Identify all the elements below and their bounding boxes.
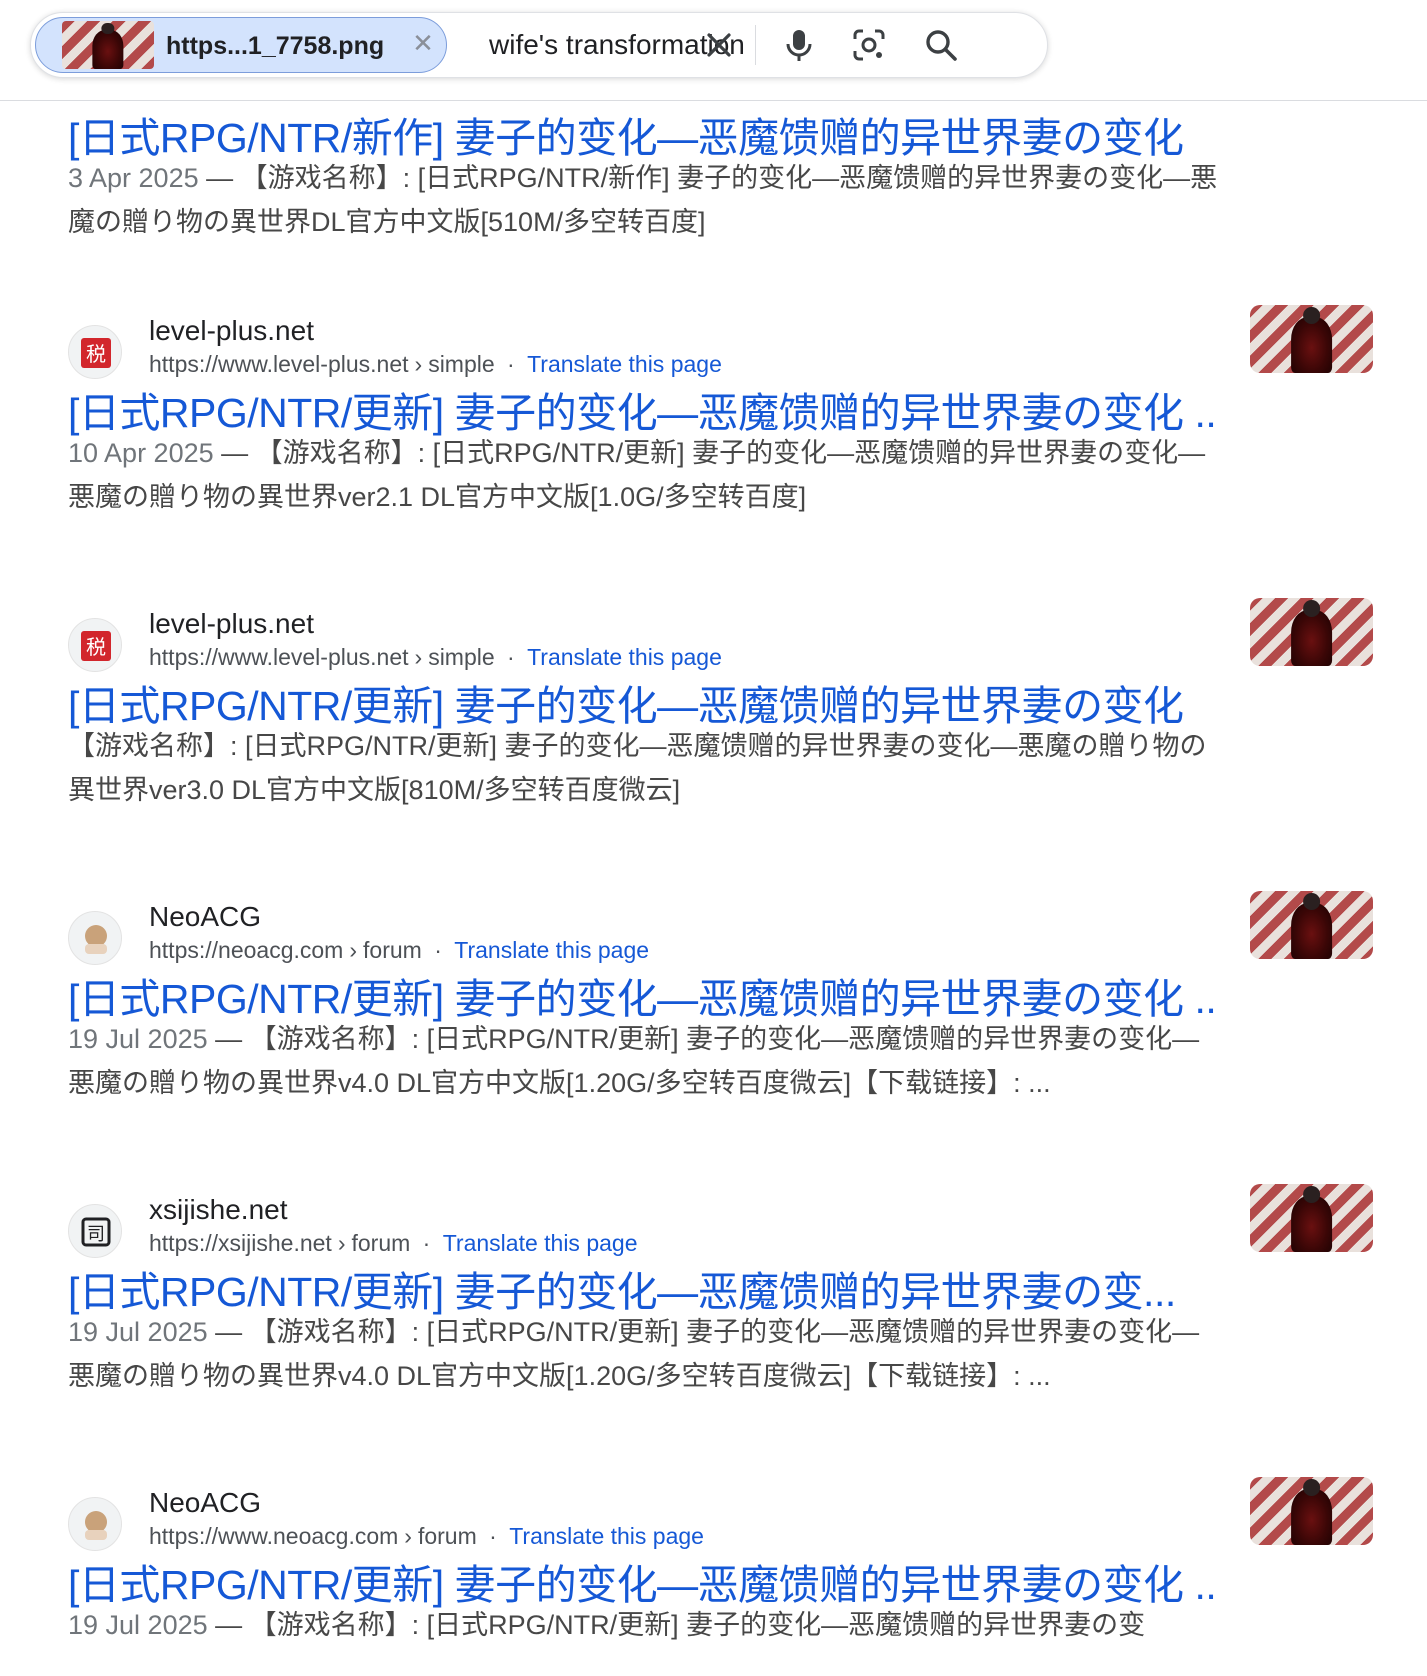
url-text: https://neoacg.com [149, 937, 344, 963]
query-image-thumbnail [62, 21, 154, 69]
result-snippet-text: 【游戏名称】: [日式RPG/NTR/新作] 妻子的变化—恶魔馈赠的异世界妻の变… [68, 163, 1218, 237]
svg-text:税: 税 [86, 635, 106, 659]
url-text: https://www.level-plus.net [149, 351, 409, 377]
result-date: 19 Jul 2025 [68, 1024, 208, 1054]
site-name[interactable]: level-plus.net [149, 315, 314, 347]
result-snippet: 3 Apr 2025 — 【游戏名称】: [日式RPG/NTR/新作] 妻子的变… [68, 163, 1218, 237]
result-snippet: 10 Apr 2025 — 【游戏名称】: [日式RPG/NTR/更新] 妻子的… [68, 438, 1206, 512]
translate-link[interactable]: Translate this page [509, 1523, 704, 1549]
site-name[interactable]: level-plus.net [149, 608, 314, 640]
site-url[interactable]: https://neoacg.com › forum · Translate thi… [149, 937, 649, 964]
result-date: 19 Jul 2025 [68, 1610, 208, 1640]
translate-link[interactable]: Translate this page [454, 937, 649, 963]
result-snippet-text: 【游戏名称】: [日式RPG/NTR/更新] 妻子的变化—恶魔馈赠的异世界妻の变 [249, 1610, 1146, 1640]
translate-link[interactable]: Translate this page [443, 1230, 638, 1256]
close-icon[interactable] [699, 25, 739, 65]
result-snippet-text: 【游戏名称】: [日式RPG/NTR/更新] 妻子的变化—恶魔馈赠的异世界妻の变… [68, 438, 1206, 512]
result-title-link[interactable]: [日式RPG/NTR/更新] 妻子的变化—恶魔馈赠的异世界妻の变化 [68, 672, 1218, 732]
site-favicon-icon [68, 911, 122, 965]
url-breadcrumb: forum [351, 1230, 411, 1256]
close-icon[interactable]: ✕ [408, 28, 438, 58]
search-header: https...1_7758.png ✕ wife's transformati… [0, 0, 1427, 101]
result-title-link[interactable]: [日式RPG/NTR/更新] 妻子的变化—恶魔馈赠的异世界妻の变... [68, 1258, 1218, 1318]
site-url[interactable]: https://www.level-plus.net › simple · Tran… [149, 351, 722, 378]
site-name[interactable]: xsijishe.net [149, 1194, 288, 1226]
result-date: 19 Jul 2025 [68, 1317, 208, 1347]
microphone-icon[interactable] [779, 25, 819, 65]
result-thumbnail[interactable] [1250, 598, 1373, 666]
result-snippet: 19 Jul 2025 — 【游戏名称】: [日式RPG/NTR/更新] 妻子的… [68, 1024, 1200, 1098]
result-thumbnail[interactable] [1250, 891, 1373, 959]
result-snippet: 19 Jul 2025 — 【游戏名称】: [日式RPG/NTR/更新] 妻子的… [68, 1610, 1146, 1640]
result-snippet: 19 Jul 2025 — 【游戏名称】: [日式RPG/NTR/更新] 妻子的… [68, 1317, 1200, 1391]
svg-text:司: 司 [87, 1224, 105, 1245]
site-url[interactable]: https://xsijishe.net › forum · Translate t… [149, 1230, 638, 1257]
result-date: 10 Apr 2025 [68, 438, 214, 468]
site-favicon-icon: 司 [68, 1204, 122, 1258]
result-thumbnail[interactable] [1250, 1184, 1373, 1252]
search-box[interactable]: https...1_7758.png ✕ wife's transformati… [30, 12, 1048, 78]
site-favicon-icon: 税 [68, 325, 122, 379]
url-text: https://www.level-plus.net [149, 644, 409, 670]
result-thumbnail[interactable] [1250, 305, 1373, 373]
site-name[interactable]: NeoACG [149, 901, 261, 933]
result-date: 3 Apr 2025 [68, 163, 199, 193]
site-name[interactable]: NeoACG [149, 1487, 261, 1519]
result-title-link[interactable]: [日式RPG/NTR/更新] 妻子的变化—恶魔馈赠的异世界妻の变化 ... [68, 965, 1218, 1025]
url-breadcrumb: forum [363, 937, 422, 963]
result-thumbnail[interactable] [1250, 1477, 1373, 1545]
image-chip-label: https...1_7758.png [166, 32, 385, 60]
result-title-link[interactable]: [日式RPG/NTR/新作] 妻子的变化—恶魔馈赠的异世界妻の变化 [68, 104, 1218, 164]
site-favicon-icon [68, 1497, 122, 1551]
site-favicon-icon: 税 [68, 618, 122, 672]
url-text: https://www.neoacg.com [149, 1523, 399, 1549]
camera-lens-icon[interactable] [849, 25, 889, 65]
result-title-link[interactable]: [日式RPG/NTR/更新] 妻子的变化—恶魔馈赠的异世界妻の变化 ... [68, 1551, 1218, 1611]
url-text: https://xsijishe.net [149, 1230, 332, 1256]
site-url[interactable]: https://www.level-plus.net › simple · Tran… [149, 644, 722, 671]
url-breadcrumb: simple [428, 351, 495, 377]
result-snippet-text: 【游戏名称】: [日式RPG/NTR/更新] 妻子的变化—恶魔馈赠的异世界妻の变… [68, 1317, 1200, 1391]
image-query-chip[interactable]: https...1_7758.png ✕ [35, 17, 447, 73]
translate-link[interactable]: Translate this page [527, 644, 722, 670]
search-icon[interactable] [921, 25, 961, 65]
result-snippet: 【游戏名称】: [日式RPG/NTR/更新] 妻子的变化—恶魔馈赠的异世界妻の变… [68, 731, 1207, 805]
url-breadcrumb: simple [428, 644, 495, 670]
result-snippet-text: 【游戏名称】: [日式RPG/NTR/更新] 妻子的变化—恶魔馈赠的异世界妻の变… [68, 1024, 1200, 1098]
svg-text:税: 税 [86, 342, 106, 366]
divider [755, 25, 756, 65]
site-url[interactable]: https://www.neoacg.com › forum · Translate… [149, 1523, 704, 1550]
result-title-link[interactable]: [日式RPG/NTR/更新] 妻子的变化—恶魔馈赠的异世界妻の变化 ... [68, 379, 1218, 439]
translate-link[interactable]: Translate this page [527, 351, 722, 377]
url-breadcrumb: forum [417, 1523, 477, 1549]
